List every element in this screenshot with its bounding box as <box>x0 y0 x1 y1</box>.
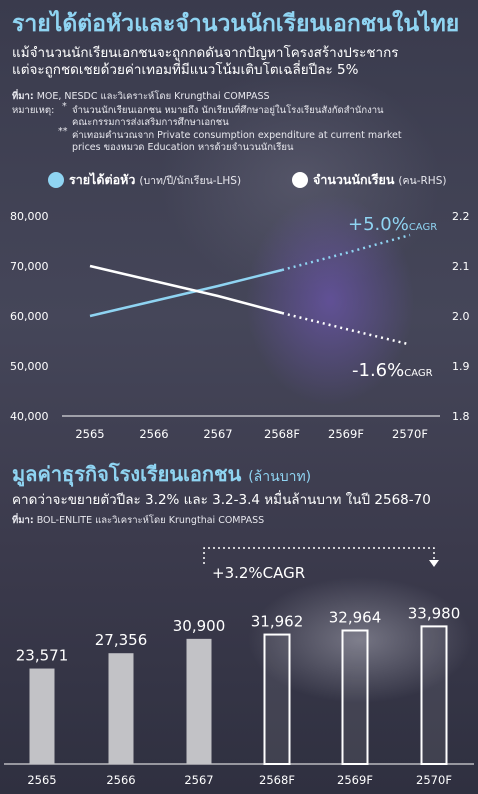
bar-x-tick-label: 2567 <box>184 773 213 787</box>
bar <box>341 629 369 765</box>
x-tick-label: 2569F <box>328 427 364 441</box>
source-note: ที่มา: MOE, NESDC และวิเคราะห์โดย Krungt… <box>12 89 270 104</box>
bar <box>186 638 212 764</box>
page-title: รายได้ต่อหัวและจำนวนนักเรียนเอกชนในไทย <box>12 11 460 37</box>
bar <box>420 625 448 765</box>
bar-chart: 23,571 2565 27,356 2566 30,900 2567 31,962 2568… <box>4 547 474 787</box>
y-right-tick-label: 2.1 <box>452 260 470 273</box>
bar-x-tick-label: 2565 <box>27 773 56 787</box>
bar-cagr-annotation: +3.2%CAGR <box>212 564 305 582</box>
legend-label-income: รายได้ต่อหัว <box>69 172 136 187</box>
bar <box>263 633 291 766</box>
line-chart: 40,000 50,000 60,000 70,000 80,000 1.8 1.9 2.0 2… <box>10 210 470 441</box>
bar-value-label: 27,356 <box>95 631 148 649</box>
bar-value-label: 31,962 <box>251 613 304 631</box>
y-right-tick-label: 2.2 <box>452 210 470 223</box>
annotation-students-cagr: -1.6%CAGR <box>352 360 433 381</box>
series-forecast-line-2 <box>281 311 411 346</box>
legend-swatch-students <box>292 172 308 188</box>
legend-swatch-income <box>48 172 64 188</box>
x-tick-label: 2566 <box>139 427 168 441</box>
y-right-tick-label: 2.0 <box>452 310 470 323</box>
bar-x-tick-label: 2569F <box>337 773 373 787</box>
x-tick-label: 2567 <box>203 427 232 441</box>
section2-title: มูลค่าธุรกิจโรงเรียนเอกชน (ล้านบาท) <box>12 458 311 490</box>
bar-value-label: 32,964 <box>329 608 382 626</box>
source-label: ที่มา: <box>12 91 34 102</box>
subtitle-line-1: แม้จำนวนนักเรียนเอกชนจะถูกกดดันจากปัญหาโ… <box>12 45 399 61</box>
legend-unit-income: (บาท/ปี/นักเรียน-LHS) <box>139 174 242 187</box>
page: { "header": { "title": "รายได้ต่อหัวและจ… <box>0 0 478 794</box>
section2-subtitle: คาดว่าจะขยายตัวปีละ 3.2% และ 3.2-3.4 หมื… <box>12 492 431 508</box>
y-left-tick-label: 70,000 <box>10 260 49 273</box>
bar-x-tick-label: 2568F <box>259 773 295 787</box>
legend-item-students: จำนวนนักเรียน (คน-RHS) <box>292 170 446 190</box>
x-tick-label: 2568F <box>264 427 300 441</box>
bar-value-label: 23,571 <box>16 647 69 665</box>
page-subtitle: แม้จำนวนนักเรียนเอกชนจะถูกกดดันจากปัญหาโ… <box>12 45 399 79</box>
note-label: หมายเหตุ: <box>12 105 55 116</box>
y-right-tick-label: 1.8 <box>452 410 470 423</box>
y-left-tick-label: 40,000 <box>10 410 49 423</box>
bar <box>108 653 134 764</box>
section2-unit: (ล้านบาท) <box>248 469 312 485</box>
cagr-arrow-head <box>429 560 439 567</box>
y-left-tick-label: 50,000 <box>10 360 49 373</box>
bar <box>29 668 55 764</box>
x-tick-label: 2565 <box>75 427 104 441</box>
section2-title-text: มูลค่าธุรกิจโรงเรียนเอกชน <box>12 462 242 486</box>
bar-x-tick-label: 2566 <box>106 773 135 787</box>
y-left-tick-label: 80,000 <box>10 210 49 223</box>
note2-line-2: prices ของหมวด Education หารด้วยจำนวนนัก… <box>72 142 294 153</box>
series-line-2 <box>89 264 283 315</box>
y-left-tick-label: 60,000 <box>10 310 49 323</box>
note2-marker: ** <box>58 126 68 137</box>
series-line-1 <box>89 268 283 318</box>
bar-value-label: 33,980 <box>408 604 461 622</box>
bar-value-label: 30,900 <box>173 617 226 635</box>
legend-unit-students: (คน-RHS) <box>398 174 447 187</box>
subtitle-line-2: แต่จะถูกชดเชยด้วยค่าเทอมที่มีแนวโน้มเติบ… <box>12 62 359 78</box>
x-tick-label: 2570F <box>392 427 428 441</box>
bar-x-tick-label: 2570F <box>416 773 452 787</box>
note1-marker: * <box>62 101 67 112</box>
source-text: MOE, NESDC และวิเคราะห์โดย Krungthai COM… <box>36 91 270 102</box>
series-forecast-line-1 <box>281 233 411 272</box>
cagr-bracket <box>203 547 435 564</box>
legend-item-income: รายได้ต่อหัว (บาท/ปี/นักเรียน-LHS) <box>48 170 241 190</box>
y-right-tick-label: 1.9 <box>452 360 470 373</box>
annotation-income-cagr: +5.0%CAGR <box>348 214 437 235</box>
legend-label-students: จำนวนนักเรียน <box>313 172 395 187</box>
